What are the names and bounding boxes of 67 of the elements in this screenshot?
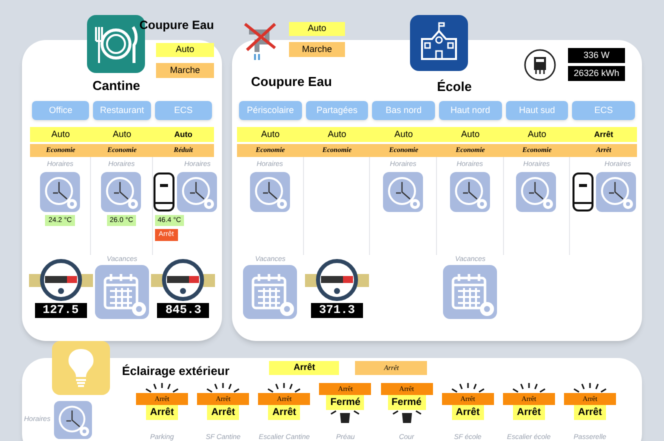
zone-button[interactable]: Office	[32, 101, 90, 120]
meter-reading: 371.3	[310, 303, 363, 318]
clock-settings-icon[interactable]	[54, 401, 92, 439]
sun-rays-icon	[450, 383, 485, 393]
water-cut-title: Coupure Eau	[250, 74, 333, 90]
water-state-cell: Marche	[156, 63, 214, 78]
lightbulb-icon	[330, 410, 360, 424]
mode-cell: Arrêt	[269, 361, 340, 375]
mode-cell: Auto	[304, 127, 370, 142]
mode-cell: Auto	[237, 127, 304, 142]
zone-button[interactable]: Haut nord	[438, 101, 502, 120]
building-title: Cantine	[92, 77, 140, 95]
mode-cell: Arrêt	[570, 127, 637, 142]
state-cell: Fermé	[388, 395, 426, 410]
mode-cell: Auto	[370, 127, 437, 142]
water-mode-cell: Auto	[289, 22, 345, 36]
zone-button[interactable]: Restaurant	[93, 101, 151, 120]
sun-rays-icon	[512, 383, 546, 393]
sun-rays-icon	[267, 383, 302, 393]
calendar-settings-icon[interactable]	[94, 265, 149, 319]
energy-reading: 26326 kWh	[568, 66, 625, 81]
clock-settings-icon[interactable]	[516, 172, 556, 212]
mode-cell: Auto	[504, 127, 570, 142]
state-cell: Arrêt	[512, 405, 545, 420]
state-cell: Arrêt	[268, 405, 300, 420]
zone-button[interactable]: Périscolaire	[239, 101, 302, 120]
calendar-settings-icon[interactable]	[243, 265, 298, 319]
clock-settings-icon[interactable]	[250, 172, 290, 212]
mode-cell: Auto	[30, 127, 92, 142]
zone-button[interactable]: Bas nord	[372, 101, 435, 120]
zone-button[interactable]: ECS	[572, 101, 635, 120]
power-reading: 336 W	[568, 48, 625, 63]
state-cell: Arrêt	[146, 405, 178, 420]
sun-rays-icon	[206, 383, 240, 393]
mode-cell: Auto	[91, 127, 153, 142]
water-meter-icon	[151, 259, 216, 301]
meter-reading: 845.3	[157, 303, 210, 318]
mode-cell: Auto	[152, 127, 214, 142]
zone-button[interactable]: Haut sud	[506, 101, 568, 120]
electric-meter-icon	[524, 49, 556, 81]
water-meter-icon	[304, 259, 369, 301]
clock-settings-icon[interactable]	[40, 172, 80, 212]
water-meter-icon	[28, 259, 93, 301]
state-cell: Arrêt	[452, 405, 484, 420]
meter-reading: 127.5	[34, 303, 87, 318]
zone-button[interactable]: Partagées	[306, 101, 368, 120]
clock-settings-icon[interactable]	[450, 172, 490, 212]
state-cell: Arrêt	[574, 405, 606, 420]
state-cell: Arrêt	[207, 405, 240, 420]
clock-settings-icon[interactable]	[101, 172, 142, 212]
sun-rays-icon	[145, 383, 179, 393]
water-heater-icon	[572, 172, 594, 212]
clock-settings-icon[interactable]	[383, 172, 424, 212]
water-state-cell: Marche	[289, 42, 345, 57]
sun-rays-icon	[572, 383, 607, 393]
zone-button[interactable]: ECS	[154, 101, 212, 120]
clock-settings-icon[interactable]	[176, 172, 217, 212]
calendar-settings-icon[interactable]	[443, 265, 498, 319]
water-mode-cell: Auto	[156, 43, 214, 57]
building-title: École	[437, 78, 472, 96]
clock-settings-icon[interactable]	[596, 172, 636, 212]
lighting-title: Éclairage extérieur	[122, 363, 230, 380]
crossed-faucet-icon[interactable]	[243, 22, 279, 60]
lightbulb-icon	[392, 410, 422, 424]
state-cell: Fermé	[326, 395, 364, 410]
mode-cell: Auto	[436, 127, 504, 142]
water-heater-icon	[152, 172, 175, 212]
